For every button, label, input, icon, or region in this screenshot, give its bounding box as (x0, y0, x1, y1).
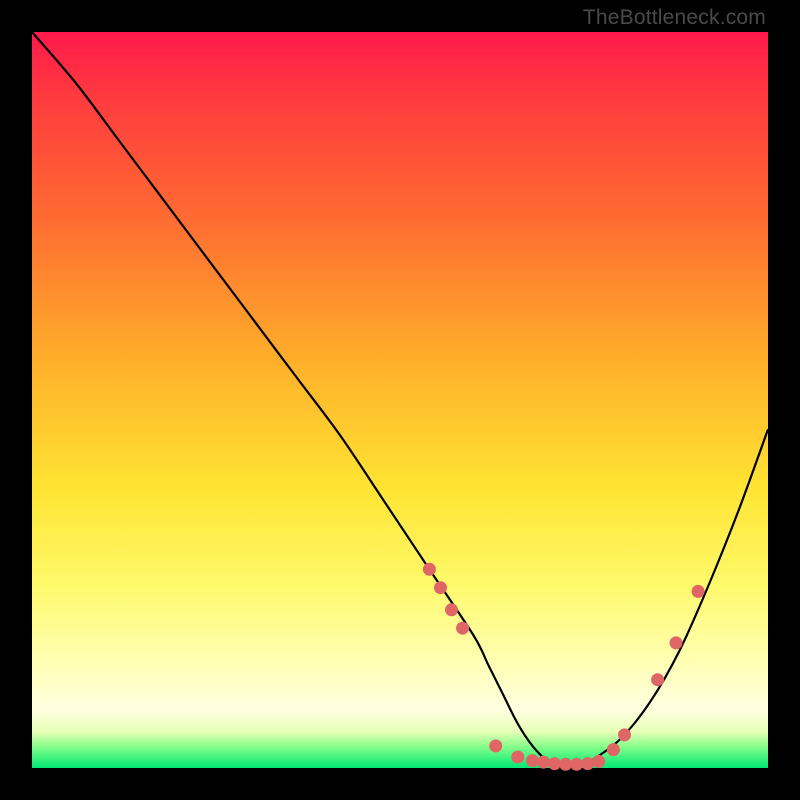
data-point (607, 743, 620, 756)
curve-layer (32, 32, 768, 768)
data-point (434, 581, 447, 594)
chart-frame: TheBottleneck.com (0, 0, 800, 800)
data-point (537, 756, 550, 769)
watermark-text: TheBottleneck.com (583, 6, 766, 30)
data-point (489, 739, 502, 752)
data-point (618, 728, 631, 741)
data-point (526, 754, 539, 767)
scatter-points (423, 563, 705, 771)
data-point (692, 585, 705, 598)
data-point (570, 758, 583, 771)
data-point (670, 636, 683, 649)
data-point (445, 603, 458, 616)
plot-area (32, 32, 768, 768)
data-point (511, 751, 524, 764)
bottleneck-curve (32, 32, 768, 769)
data-point (581, 757, 594, 770)
data-point (423, 563, 436, 576)
data-point (592, 755, 605, 768)
data-point (456, 622, 469, 635)
data-point (651, 673, 664, 686)
